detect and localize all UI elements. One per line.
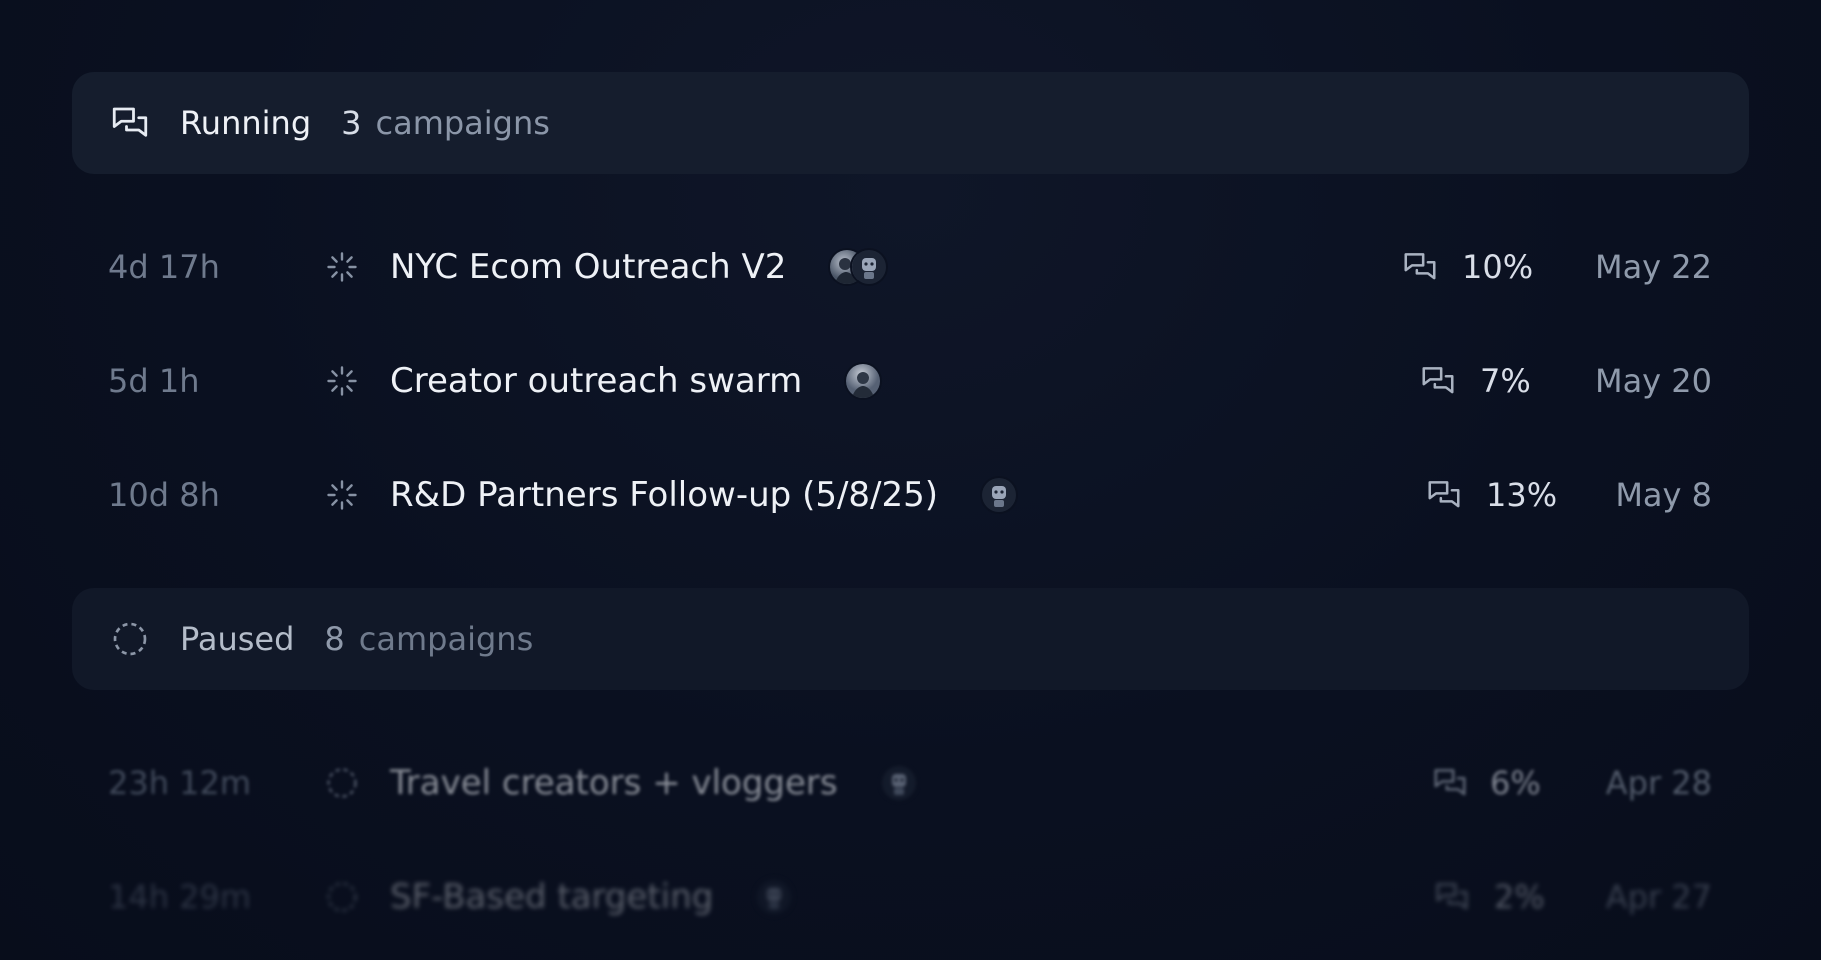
dashed-circle-icon bbox=[108, 617, 152, 661]
section-count-unit: campaigns bbox=[358, 620, 534, 658]
campaign-name[interactable]: R&D Partners Follow-up (5/8/25) bbox=[390, 475, 938, 515]
section-count: 3 bbox=[341, 104, 362, 142]
campaign-row[interactable]: 14h 29m SF-Based targeting 2% Apr 27 bbox=[0, 862, 1821, 932]
avatar[interactable] bbox=[755, 878, 794, 916]
dashed-circle-icon bbox=[322, 862, 362, 932]
campaign-name-group: SF-Based targeting bbox=[390, 862, 794, 932]
campaign-name[interactable]: NYC Ecom Outreach V2 bbox=[390, 247, 786, 287]
chat-bubbles-icon bbox=[1418, 346, 1458, 416]
avatar[interactable] bbox=[980, 476, 1019, 514]
spinner-icon bbox=[322, 460, 362, 530]
avatar[interactable] bbox=[879, 764, 918, 802]
campaign-duration: 5d 1h bbox=[108, 362, 200, 400]
chat-bubbles-icon bbox=[108, 101, 152, 145]
campaign-name-group: Creator outreach swarm bbox=[390, 346, 883, 416]
section-count: 8 bbox=[324, 620, 345, 658]
campaign-name-group: R&D Partners Follow-up (5/8/25) bbox=[390, 460, 1019, 530]
chat-bubbles-icon bbox=[1430, 748, 1470, 818]
campaign-name[interactable]: Creator outreach swarm bbox=[390, 361, 802, 401]
reply-rate: 2% bbox=[1494, 878, 1545, 916]
chat-bubbles-icon bbox=[1424, 460, 1464, 530]
chat-bubbles-icon bbox=[1432, 862, 1472, 932]
reply-rate: 7% bbox=[1480, 362, 1531, 400]
campaign-row[interactable]: 4d 17h NYC Ecom Outreach V2 10% May 22 bbox=[0, 232, 1821, 302]
reply-rate: 13% bbox=[1486, 476, 1558, 514]
campaign-row[interactable]: 23h 12m Travel creators + vloggers 6% Ap… bbox=[0, 748, 1821, 818]
assignee-avatars bbox=[980, 476, 1019, 514]
section-count-unit: campaigns bbox=[375, 104, 550, 142]
chat-bubbles-icon bbox=[1400, 232, 1440, 302]
campaign-date: May 20 bbox=[1594, 362, 1712, 400]
spinner-icon bbox=[322, 346, 362, 416]
campaign-row[interactable]: 10d 8h R&D Partners Follow-up (5/8/25) 1… bbox=[0, 460, 1821, 530]
assignee-avatars bbox=[755, 878, 794, 916]
running-section-header[interactable]: Running 3 campaigns bbox=[72, 72, 1749, 174]
assignee-avatars bbox=[879, 764, 918, 802]
campaign-name[interactable]: Travel creators + vloggers bbox=[390, 763, 838, 803]
campaign-duration: 14h 29m bbox=[108, 878, 252, 916]
section-title: Running bbox=[180, 104, 312, 142]
campaign-date: Apr 28 bbox=[1605, 764, 1712, 802]
campaign-name[interactable]: SF-Based targeting bbox=[390, 877, 713, 917]
reply-rate: 6% bbox=[1490, 764, 1541, 802]
reply-rate: 10% bbox=[1462, 248, 1534, 286]
dashed-circle-icon bbox=[322, 748, 362, 818]
section-title: Paused bbox=[180, 620, 295, 658]
assignee-avatars bbox=[844, 362, 883, 400]
spinner-icon bbox=[322, 232, 362, 302]
campaign-date: Apr 27 bbox=[1605, 878, 1712, 916]
avatar[interactable] bbox=[850, 248, 889, 286]
campaign-row[interactable]: 5d 1h Creator outreach swarm 7% May 20 bbox=[0, 346, 1821, 416]
campaign-name-group: NYC Ecom Outreach V2 bbox=[390, 232, 889, 302]
paused-section-header[interactable]: Paused 8 campaigns bbox=[72, 588, 1749, 690]
assignee-avatars bbox=[828, 248, 889, 286]
campaign-duration: 4d 17h bbox=[108, 248, 220, 286]
campaign-duration: 10d 8h bbox=[108, 476, 220, 514]
campaign-name-group: Travel creators + vloggers bbox=[390, 748, 918, 818]
campaign-date: May 8 bbox=[1615, 476, 1712, 514]
campaign-date: May 22 bbox=[1594, 248, 1712, 286]
avatar[interactable] bbox=[844, 362, 883, 400]
campaign-duration: 23h 12m bbox=[108, 764, 252, 802]
